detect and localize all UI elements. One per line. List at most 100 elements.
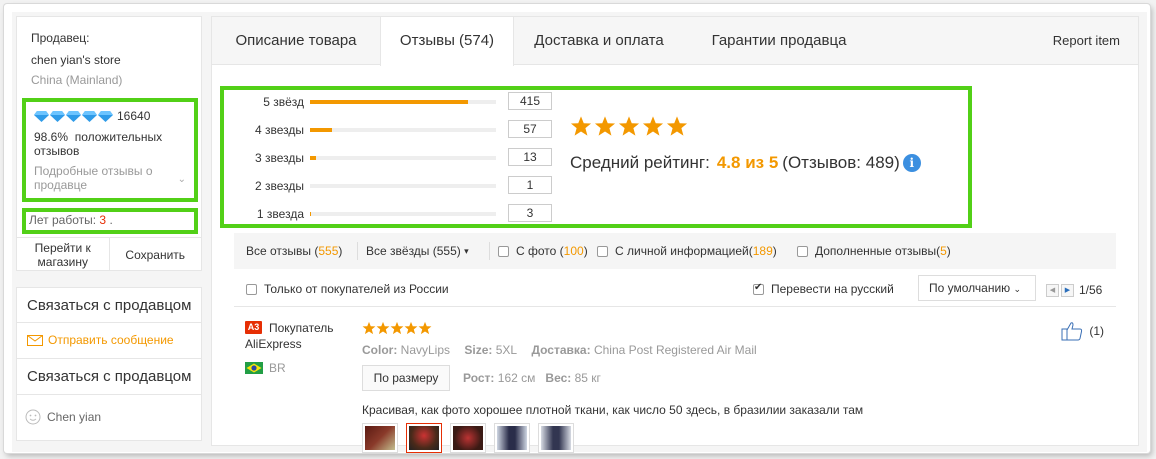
tab-bar: Описание товара Отзывы (574) Доставка и … (212, 17, 1138, 66)
rating-bar-track (310, 156, 496, 160)
rating-row-count: 1 (508, 176, 552, 194)
rating-bar-track (310, 212, 496, 216)
checkbox[interactable] (797, 245, 808, 257)
average-rating: Средний рейтинг: 4.8 из 5 (Отзывов: 489)… (570, 153, 921, 173)
review-photos (362, 423, 574, 453)
filter-all-stars-dropdown[interactable]: Все звёзды (555) ▾ (366, 244, 469, 258)
rating-row[interactable]: 1 звезда 3 (224, 204, 564, 224)
translate-toggle[interactable]: Перевести на русский (753, 282, 894, 296)
filter-all-reviews-count: 555 (318, 244, 339, 258)
rating-row-label: 1 звезда (256, 207, 304, 221)
sort-label: По умолчанию (929, 281, 1011, 295)
filter-all-reviews[interactable]: Все отзывы (555) (246, 244, 342, 258)
size-value: 5XL (495, 343, 518, 357)
height-value: 162 см (497, 371, 536, 385)
diamond-icon (34, 110, 49, 122)
color-value: NavyLips (400, 343, 451, 357)
tab-delivery[interactable]: Доставка и оплата (514, 17, 684, 65)
tab-description[interactable]: Описание товара (212, 17, 380, 65)
filter-with-photo[interactable]: С фото (100) (498, 244, 588, 258)
years-in-business: Лет работы: 3 . (22, 208, 198, 234)
checkbox-checked[interactable] (753, 282, 764, 295)
review-photo[interactable] (450, 423, 486, 453)
tab-guarantees[interactable]: Гарантии продавца (684, 17, 874, 65)
seller-rating-box: 16640 98.6% положительных отзывов Подроб… (22, 98, 198, 202)
divider (17, 394, 201, 395)
rating-row-count: 415 (508, 92, 552, 110)
report-item-link[interactable]: Report item (1053, 17, 1120, 65)
filter-with-photo-count: 100 (563, 244, 584, 258)
checkbox[interactable] (246, 283, 257, 295)
info-icon[interactable]: i (902, 154, 921, 172)
filter-with-personal-count: 189 (752, 244, 773, 258)
filter-bar: Все отзывы (555) Все звёзды (555) ▾ С фо… (234, 233, 1116, 269)
rating-row-label: 2 звезды (254, 179, 304, 193)
rating-row-count: 13 (508, 148, 552, 166)
pagination: ◀ ▶ 1/56 (1046, 283, 1102, 297)
rating-bar-fill (310, 212, 312, 216)
review-photo[interactable] (538, 423, 574, 453)
seller-actions: Перейти к магазину Сохранить (17, 237, 201, 271)
rating-row[interactable]: 2 звезды 1 (224, 176, 564, 196)
star-icon (418, 321, 432, 335)
paren-close: ) (772, 244, 777, 258)
seller-diamonds: 16640 (34, 109, 150, 123)
filter-supplemented[interactable]: Дополненные отзывы(5) (797, 244, 951, 258)
height-label: Рост: (463, 371, 495, 385)
contact-seller-title-2: Связаться с продавцом (27, 368, 192, 385)
diamond-icon (98, 110, 113, 122)
delivery-value: China Post Registered Air Mail (593, 343, 757, 357)
diamond-icon (50, 110, 65, 122)
filter-with-photo-label: С фото ( (516, 244, 564, 258)
divider (489, 242, 490, 260)
envelope-icon (27, 334, 43, 346)
checkbox[interactable] (498, 245, 509, 257)
contact-card: Связаться с продавцом Отправить сообщени… (16, 287, 202, 441)
star-icon (594, 116, 616, 136)
next-page-button[interactable]: ▶ (1061, 283, 1074, 297)
weight-value: 85 кг (574, 371, 601, 385)
filter-with-personal-info[interactable]: С личной информацией(189) (597, 244, 777, 258)
filter-all-stars-label: Все звёзды (555) (366, 244, 461, 258)
filter-all-reviews-label: Все отзывы ( (246, 244, 319, 258)
paren-close: ) (338, 244, 343, 258)
size-label: Size: (464, 343, 493, 357)
rating-bar-track (310, 128, 496, 132)
positive-feedback: 98.6% положительных отзывов (34, 130, 184, 158)
filter-supplemented-label: Дополненные отзывы( (815, 244, 941, 258)
translate-label: Перевести на русский (771, 282, 894, 296)
seller-country: China (Mainland) (31, 73, 123, 87)
send-message-link[interactable]: Отправить сообщение (27, 333, 174, 347)
rating-bar-fill (310, 128, 333, 132)
contact-person[interactable]: Chen yian (25, 409, 101, 425)
chevron-down-icon[interactable]: ⌄ (178, 174, 186, 185)
review-photo[interactable] (362, 423, 398, 453)
page-indicator: 1/56 (1079, 283, 1103, 297)
thumbs-up-icon (1061, 322, 1083, 341)
star-icon (362, 321, 376, 335)
rating-row[interactable]: 3 звезды 13 (224, 148, 564, 168)
sort-dropdown[interactable]: По умолчанию ⌄ (918, 275, 1036, 301)
detailed-feedback-link[interactable]: Подробные отзывы о продавце (34, 164, 174, 192)
checkbox[interactable] (597, 245, 608, 257)
paren-close: ) (946, 244, 951, 258)
review-photo[interactable] (406, 423, 442, 453)
rating-row[interactable]: 5 звёзд 415 (224, 92, 564, 112)
review-stars (362, 321, 432, 335)
save-store-button[interactable]: Сохранить (108, 238, 202, 271)
seller-name[interactable]: chen yian's store (31, 53, 121, 67)
divider (17, 322, 201, 323)
seller-label: Продавец: (31, 31, 90, 45)
filter-bar-secondary: Только от покупателей из России Перевест… (234, 271, 1116, 307)
rating-row-label: 5 звёзд (263, 95, 304, 109)
review-photo[interactable] (494, 423, 530, 453)
tab-reviews[interactable]: Отзывы (574) (380, 17, 514, 66)
review-item: Покупатель AliExpress A3 BR Color: NavyL… (234, 309, 1116, 453)
helpful-vote[interactable]: (1) (1061, 321, 1104, 341)
go-to-store-button[interactable]: Перейти к магазину (17, 238, 109, 271)
rating-row[interactable]: 4 звезды 57 (224, 120, 564, 140)
filter-russia-only[interactable]: Только от покупателей из России (246, 282, 449, 296)
rating-bar-track (310, 184, 496, 188)
prev-page-button[interactable]: ◀ (1046, 283, 1059, 297)
brazil-flag-icon (245, 362, 263, 374)
